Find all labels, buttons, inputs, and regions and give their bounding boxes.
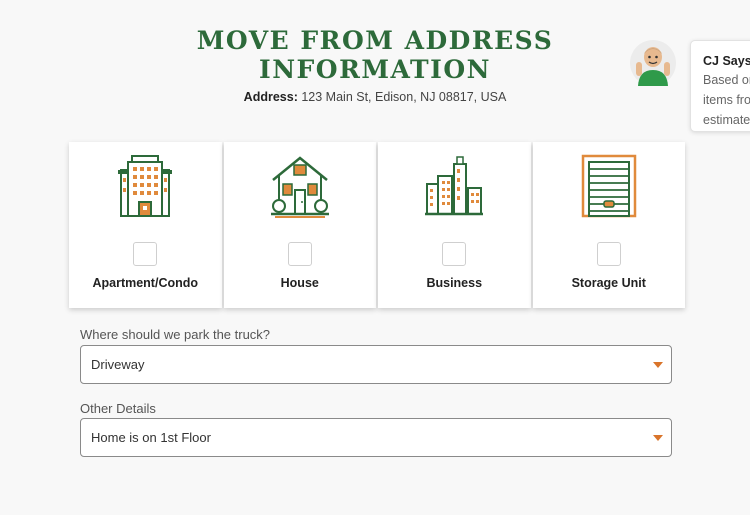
page-title-line-2: INFORMATION [259, 55, 491, 84]
property-card-house[interactable]: House [223, 142, 376, 308]
cj-says-line: Based on [703, 73, 750, 87]
property-card-label: Apartment/Condo [92, 276, 199, 290]
cj-says-title: CJ Says: [703, 54, 750, 68]
parking-select-value: Driveway [91, 357, 145, 372]
business-checkbox[interactable] [442, 242, 467, 266]
property-card-storage-unit[interactable]: Storage Unit [532, 142, 685, 308]
apartment-checkbox[interactable] [133, 242, 158, 266]
chevron-down-icon [653, 361, 663, 368]
address-value: 123 Main St, Edison, NJ 08817, USA [301, 90, 507, 104]
house-checkbox[interactable] [287, 242, 312, 266]
storage-unit-checkbox[interactable] [596, 242, 621, 266]
property-card-label: Storage Unit [571, 276, 646, 290]
city-buildings-icon [425, 156, 484, 216]
parking-label: Where should we park the truck? [80, 327, 271, 342]
address-label: Address: [243, 90, 298, 104]
parking-select[interactable]: Driveway [80, 345, 672, 384]
address-line: Address: 123 Main St, Edison, NJ 08817, … [0, 90, 750, 104]
apartment-building-icon [118, 155, 173, 217]
property-type-cards: Apartment/Condo House Business Storage U… [69, 142, 685, 308]
cj-avatar-icon [630, 40, 676, 86]
cj-says-bubble: CJ Says: Based on items fron estimate [690, 40, 750, 132]
cj-says-line: items fron [703, 93, 750, 107]
other-details-label: Other Details [80, 401, 156, 416]
house-icon [270, 156, 329, 218]
property-card-label: House [280, 276, 319, 290]
property-card-apartment[interactable]: Apartment/Condo [69, 142, 222, 308]
property-card-label: Business [426, 276, 483, 290]
storage-unit-icon [581, 154, 636, 218]
cj-says-line: estimate [703, 113, 750, 127]
other-details-select[interactable]: Home is on 1st Floor [80, 418, 672, 457]
other-details-select-value: Home is on 1st Floor [91, 430, 211, 445]
property-card-business[interactable]: Business [378, 142, 531, 308]
page-title-line-1: MOVE FROM ADDRESS [196, 26, 554, 55]
chevron-down-icon [653, 434, 663, 441]
